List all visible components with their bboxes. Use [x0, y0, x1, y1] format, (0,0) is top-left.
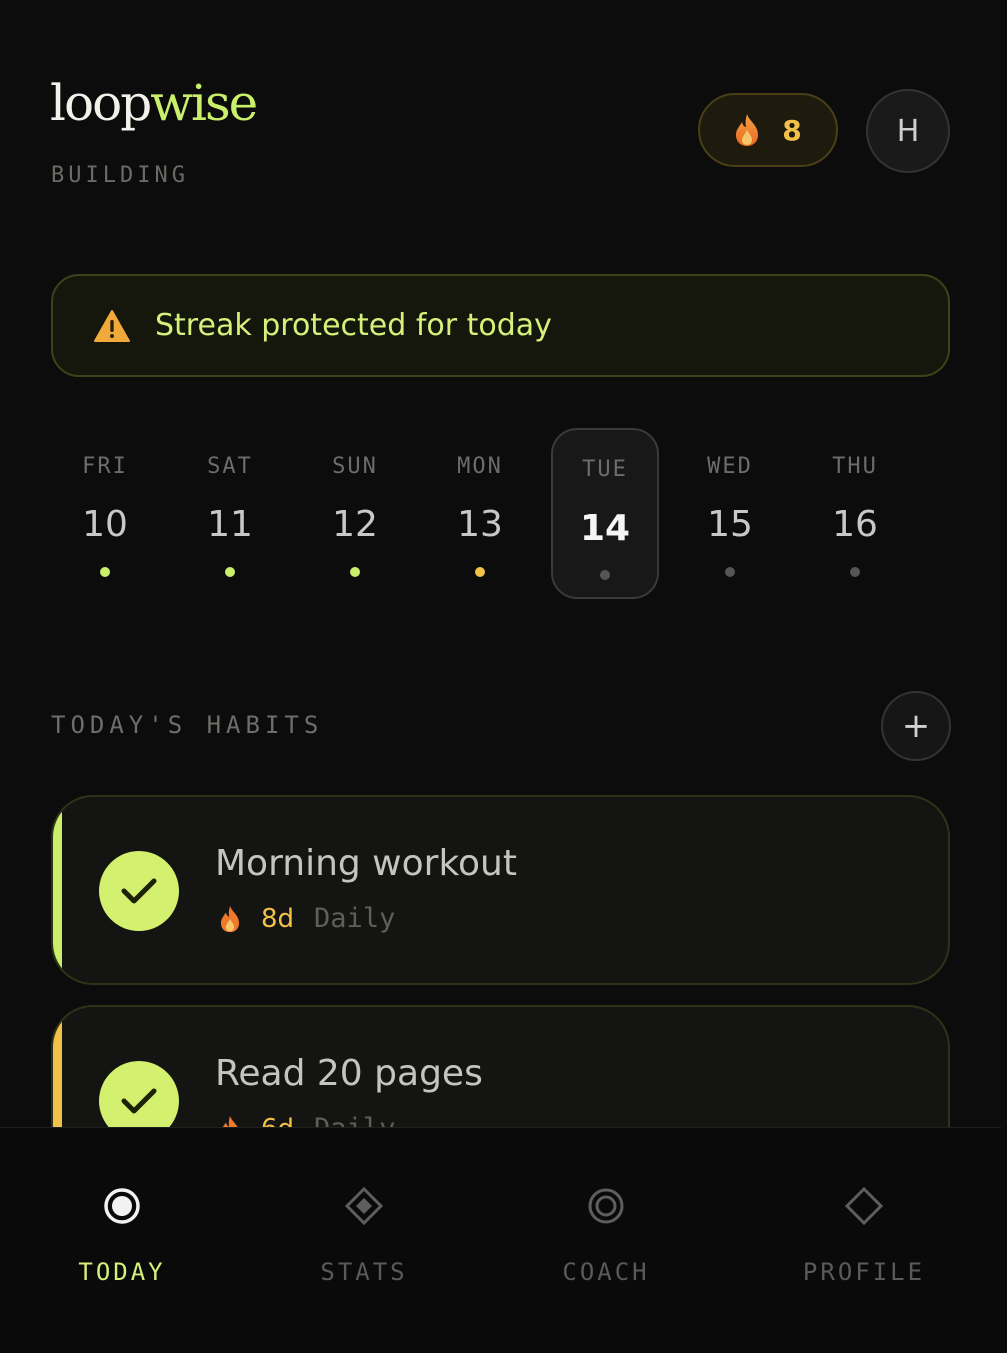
nav-tab-today[interactable]: TODAY — [2, 1128, 242, 1353]
warning-icon — [94, 309, 130, 342]
day-of-week: FRI — [82, 454, 128, 479]
habit-accent-bar — [53, 797, 62, 983]
day-status-dot — [225, 567, 235, 577]
habit-streak: 8d — [261, 903, 295, 934]
day-status-dot — [350, 567, 360, 577]
bottom-navigation: TODAY STATS COACH PROFILE — [0, 1127, 1001, 1353]
day-of-week: THU — [832, 454, 878, 479]
flame-icon — [220, 905, 240, 932]
day-date: 12 — [332, 504, 378, 545]
day-date: 15 — [707, 504, 753, 545]
habit-card[interactable]: Morning workout 8d Daily — [51, 795, 950, 985]
flame-icon — [736, 114, 759, 146]
banner-message: Streak protected for today — [155, 308, 552, 343]
day-fri[interactable]: FRI 10 — [51, 428, 159, 599]
status-subtitle: BUILDING — [51, 163, 189, 188]
day-date: 10 — [82, 504, 128, 545]
app-logo: loopwise — [50, 78, 258, 128]
checkmark-icon — [121, 1088, 157, 1114]
day-of-week: WED — [707, 454, 753, 479]
day-status-dot — [850, 567, 860, 577]
day-date: 16 — [832, 504, 878, 545]
nav-label: TODAY — [78, 1258, 166, 1286]
diamond-outline-icon — [844, 1186, 884, 1226]
nav-label: STATS — [320, 1258, 408, 1286]
app-screen: loopwise BUILDING 8 H Streak protected f… — [0, 0, 1001, 1353]
streak-protection-banner: Streak protected for today — [51, 274, 950, 377]
checkmark-icon — [121, 878, 157, 904]
day-of-week: MON — [457, 454, 503, 479]
logo-text-primary: loop — [50, 74, 152, 132]
target-icon — [588, 1188, 624, 1224]
section-title: TODAY'S HABITS — [51, 711, 324, 739]
nav-label: COACH — [562, 1258, 650, 1286]
logo-text-accent: wise — [150, 74, 258, 132]
avatar-initial: H — [896, 113, 920, 149]
habit-meta: 8d Daily — [219, 903, 395, 934]
day-status-dot — [725, 567, 735, 577]
plus-icon: + — [901, 706, 931, 746]
day-date: 13 — [457, 504, 503, 545]
add-habit-button[interactable]: + — [881, 691, 951, 761]
day-of-week: TUE — [582, 457, 628, 482]
avatar-button[interactable]: H — [866, 89, 950, 173]
day-of-week: SAT — [207, 454, 253, 479]
day-status-dot — [600, 570, 610, 580]
streak-count: 8 — [782, 113, 802, 147]
circle-dot-icon — [104, 1188, 140, 1224]
habit-frequency: Daily — [314, 903, 396, 934]
habit-name: Morning workout — [215, 843, 517, 884]
day-of-week: SUN — [332, 454, 378, 479]
streak-counter-button[interactable]: 8 — [698, 93, 838, 167]
day-wed[interactable]: WED 15 — [676, 428, 784, 599]
nav-tab-profile[interactable]: PROFILE — [744, 1128, 984, 1353]
day-status-dot — [475, 567, 485, 577]
day-tue-selected[interactable]: TUE 14 — [551, 428, 659, 599]
day-status-dot — [100, 567, 110, 577]
day-mon[interactable]: MON 13 — [426, 428, 534, 599]
diamond-dot-icon — [344, 1186, 384, 1226]
nav-tab-coach[interactable]: COACH — [486, 1128, 726, 1353]
nav-tab-stats[interactable]: STATS — [244, 1128, 484, 1353]
nav-label: PROFILE — [802, 1258, 926, 1286]
day-sat[interactable]: SAT 11 — [176, 428, 284, 599]
day-sun[interactable]: SUN 12 — [301, 428, 409, 599]
habit-name: Read 20 pages — [215, 1053, 483, 1094]
day-date: 11 — [207, 504, 253, 545]
day-thu[interactable]: THU 16 — [801, 428, 909, 599]
day-date: 14 — [579, 508, 631, 549]
habit-complete-toggle[interactable] — [99, 851, 179, 931]
